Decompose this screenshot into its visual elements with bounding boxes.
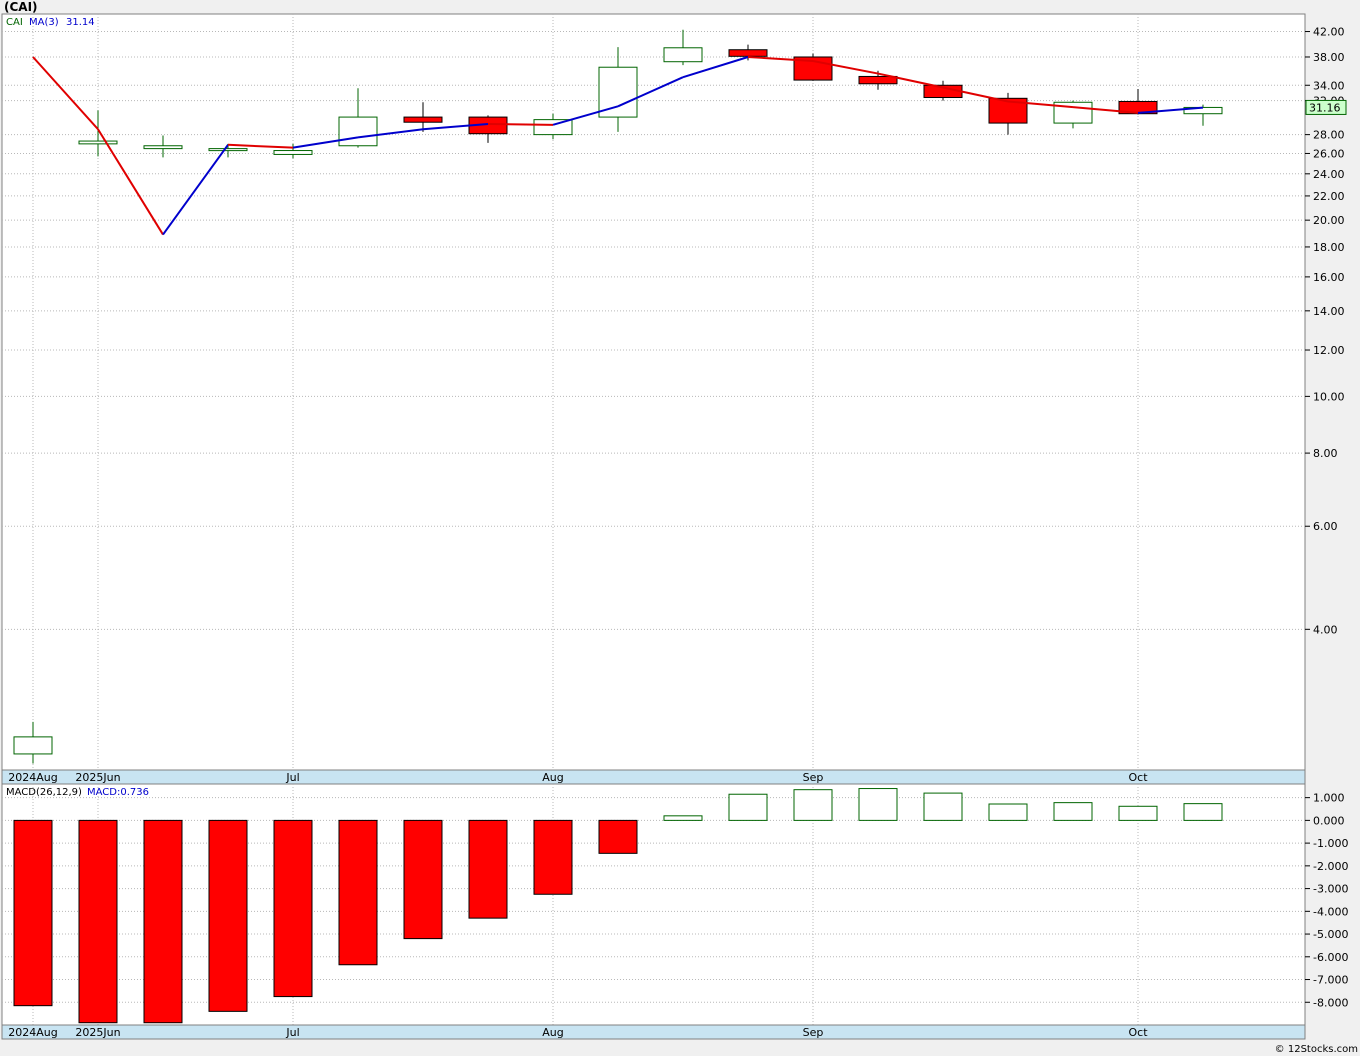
macd-bar — [208, 819, 248, 1012]
candle-body — [728, 49, 768, 57]
price-tick-label: 18.00 — [1313, 241, 1345, 254]
price-legend: CAI MA(3) 31.14 — [6, 17, 95, 28]
candle-body — [663, 47, 703, 63]
macd-x-label: Jul — [285, 1026, 299, 1039]
macd-tick-label: -8.000 — [1313, 996, 1348, 1009]
candle-body — [78, 140, 118, 145]
price-tick-label: 28.00 — [1313, 129, 1345, 142]
price-tick-label: 42.00 — [1313, 26, 1345, 39]
price-x-label: Aug — [542, 771, 563, 784]
candle-body — [13, 736, 53, 755]
macd-bar — [1118, 805, 1158, 821]
price-tick-label: 34.00 — [1313, 79, 1345, 92]
macd-legend-label: MACD(26,12,9) — [6, 787, 82, 798]
macd-bar — [663, 815, 703, 821]
price-x-label: 2025Jun — [75, 771, 120, 784]
macd-bar — [338, 819, 378, 966]
price-x-label: Sep — [803, 771, 824, 784]
candle-body — [403, 116, 443, 123]
price-x-label: 2024Aug — [8, 771, 57, 784]
candle-body — [338, 116, 378, 147]
macd-bar — [273, 819, 313, 998]
macd-tick-label: -7.000 — [1313, 974, 1348, 987]
macd-bar — [13, 819, 53, 1007]
price-y-axis: 4.00 6.00 8.00 10.00 12.00 14.00 16.00 18.00 20.… — [1305, 26, 1345, 636]
macd-x-label: Aug — [542, 1026, 563, 1039]
macd-bar — [1053, 802, 1093, 821]
macd-bar — [728, 793, 768, 821]
price-tick-label: 26.00 — [1313, 147, 1345, 160]
macd-tick-label: -5.000 — [1313, 928, 1348, 941]
candle-body — [208, 148, 248, 152]
price-tick-label: 16.00 — [1313, 271, 1345, 284]
candle-body — [143, 145, 183, 150]
macd-x-axis-band — [1, 1024, 1306, 1040]
price-tick-label: 4.00 — [1313, 623, 1338, 636]
price-plot-area — [1, 13, 1306, 771]
macd-tick-label: 1.000 — [1313, 792, 1345, 805]
chart-canvas: 4.00 6.00 8.00 10.00 12.00 14.00 16.00 18.00 20.… — [1, 13, 1348, 1040]
macd-legend-value: MACD:0.736 — [87, 787, 149, 798]
macd-bar — [858, 788, 898, 821]
macd-tick-label: -4.000 — [1313, 905, 1348, 918]
macd-bar — [533, 819, 573, 895]
macd-bar — [923, 792, 963, 821]
price-tick-label: 6.00 — [1313, 520, 1338, 533]
legend-ma-label: MA(3) — [29, 17, 59, 28]
macd-bar — [143, 819, 183, 1024]
macd-x-label: 2025Jun — [75, 1026, 120, 1039]
macd-y-axis: 1.000 0.000 -1.000 -2.000 -3.000 -4.000 -5.000… — [1305, 792, 1348, 1009]
macd-bar — [598, 819, 638, 854]
price-x-axis-band — [1, 769, 1306, 785]
macd-x-label: Oct — [1128, 1026, 1148, 1039]
macd-x-label: Sep — [803, 1026, 824, 1039]
macd-bar — [793, 789, 833, 821]
candle — [793, 53, 833, 81]
candle-body — [858, 75, 898, 85]
price-tick-label: 14.00 — [1313, 305, 1345, 318]
price-tick-label: 22.00 — [1313, 190, 1345, 203]
price-tick-label: 24.00 — [1313, 168, 1345, 181]
ma-segment — [487, 122, 554, 126]
legend-symbol: CAI — [6, 17, 23, 28]
price-tick-label: 38.00 — [1313, 51, 1345, 64]
macd-bar — [403, 819, 443, 940]
candle-body — [273, 150, 313, 155]
price-tick-label: 20.00 — [1313, 214, 1345, 227]
macd-bar — [468, 819, 508, 919]
price-tick-label: 8.00 — [1313, 447, 1338, 460]
macd-x-label: 2024Aug — [8, 1026, 57, 1039]
macd-legend: MACD(26,12,9) MACD:0.736 — [6, 787, 149, 798]
last-price-marker: 31.16 — [1305, 99, 1347, 115]
legend-ma-value: 31.14 — [66, 17, 95, 28]
macd-tick-label: -6.000 — [1313, 951, 1348, 964]
macd-tick-label: 0.000 — [1313, 814, 1345, 827]
macd-bar — [78, 819, 118, 1024]
macd-bar — [988, 803, 1028, 821]
price-x-label: Jul — [285, 771, 299, 784]
price-x-label: Oct — [1128, 771, 1148, 784]
price-tick-label: 12.00 — [1313, 344, 1345, 357]
macd-tick-label: -3.000 — [1313, 883, 1348, 896]
macd-bar — [1183, 803, 1223, 821]
price-tick-label: 10.00 — [1313, 390, 1345, 403]
last-price-label: 31.16 — [1309, 101, 1341, 114]
macd-tick-label: -2.000 — [1313, 860, 1348, 873]
copyright-text: © 12Stocks.com — [1274, 1044, 1358, 1055]
macd-tick-label: -1.000 — [1313, 837, 1348, 850]
